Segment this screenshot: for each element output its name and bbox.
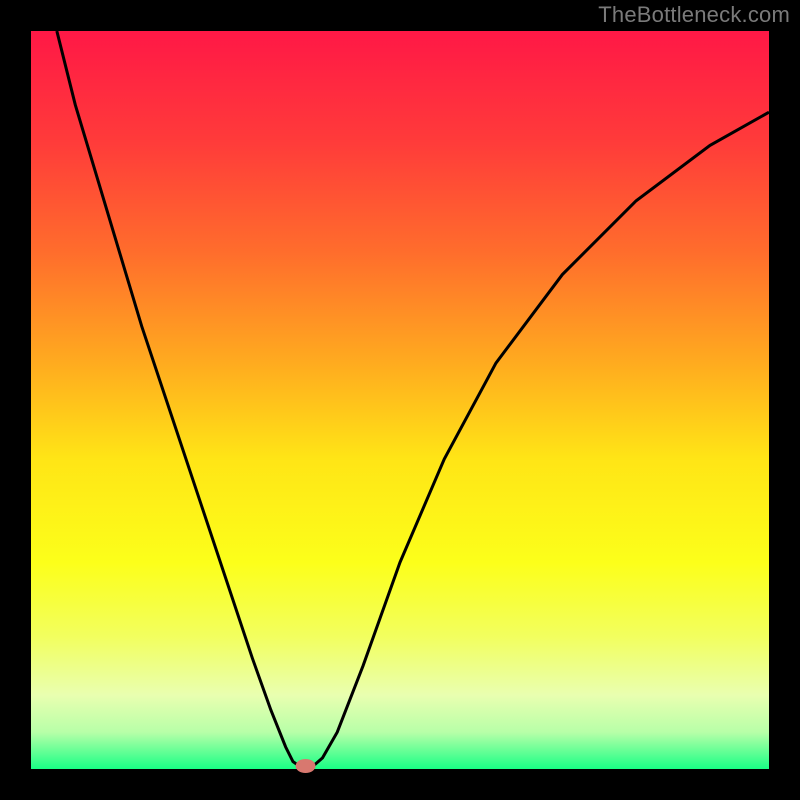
bottleneck-chart	[0, 0, 800, 800]
plot-background	[31, 31, 769, 769]
optimal-point-marker	[296, 759, 316, 773]
chart-frame: TheBottleneck.com	[0, 0, 800, 800]
watermark-text: TheBottleneck.com	[598, 2, 790, 28]
